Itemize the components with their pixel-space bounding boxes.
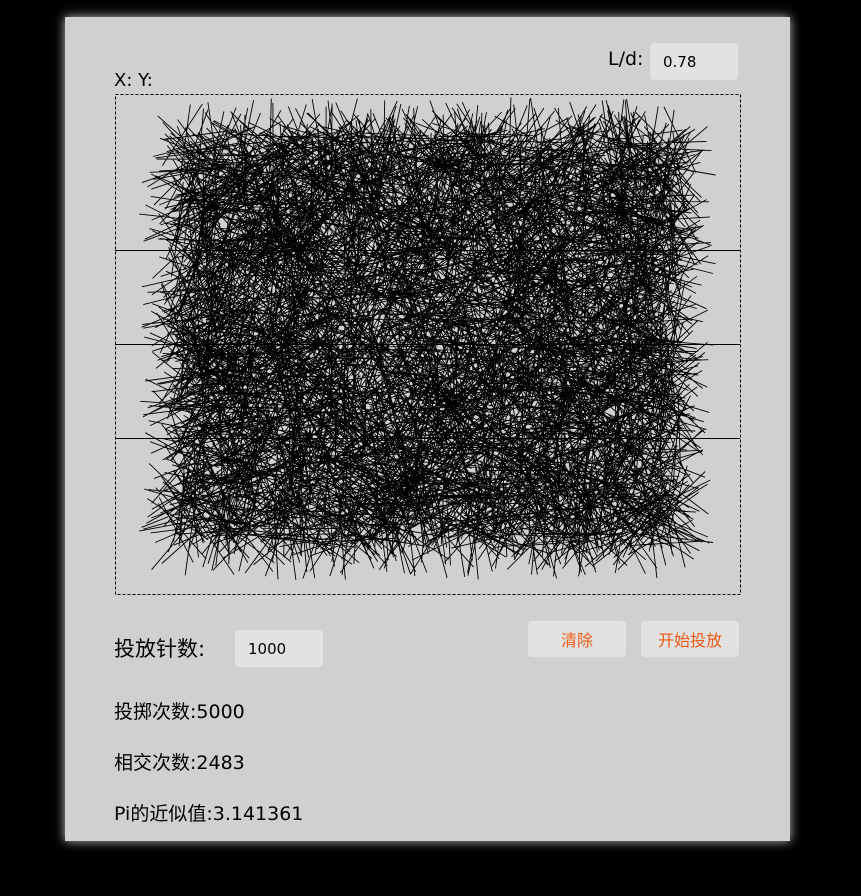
needle-strokes xyxy=(139,97,716,580)
throw-count-value: 5000 xyxy=(196,701,245,723)
pi-estimate-value: 3.141361 xyxy=(212,803,304,825)
needles-group xyxy=(139,97,716,580)
intersection-count-value: 2483 xyxy=(196,752,245,774)
clear-button[interactable]: 清除 xyxy=(528,621,626,657)
needle-count-label: 投放针数: xyxy=(114,637,206,661)
throw-count-label: 投掷次数: xyxy=(114,701,197,723)
buffon-needle-panel: L/d: X: Y: 投放针数: 清除 开始投放 投掷次数:5000 相交次数:… xyxy=(65,17,790,841)
intersection-count-stat: 相交次数:2483 xyxy=(114,748,245,775)
needle-count-input[interactable] xyxy=(235,630,323,667)
throw-count-stat: 投掷次数:5000 xyxy=(114,697,245,724)
pi-estimate-label: Pi的近似值: xyxy=(114,803,213,825)
start-button[interactable]: 开始投放 xyxy=(641,621,739,657)
intersection-count-label: 相交次数: xyxy=(114,752,197,774)
pi-estimate-stat: Pi的近似值:3.141361 xyxy=(114,799,303,826)
